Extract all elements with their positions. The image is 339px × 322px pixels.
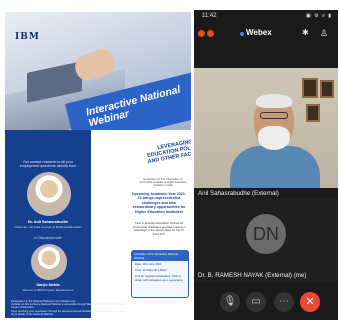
schedule-header: Schedule of the Interactive National Web… — [132, 251, 188, 261]
lock-indicator-icon — [207, 30, 214, 37]
end-call-icon[interactable]: ✕ — [300, 292, 320, 312]
clock: 11:42 — [202, 13, 217, 19]
in-discussion-label: In Discussion with — [34, 236, 62, 240]
participant-video-pane[interactable] — [194, 68, 338, 188]
schedule-row: Link for registered delegates: Click to … — [135, 274, 183, 282]
ibm-logo: IBM — [15, 32, 40, 42]
speaker1-name: Dr. Anil Sahasrabudhe — [27, 220, 69, 224]
participant-hair — [256, 94, 292, 108]
poster-headline-sub: Exclusively on The Chancellors of Univer… — [139, 178, 187, 188]
self-view-pane[interactable]: DN — [194, 198, 338, 282]
speaker1-avatar — [27, 172, 71, 216]
bullet-item: Upon receiving your registration through… — [11, 309, 127, 316]
meeting-controls: 🎙 ▭ ⋯ ✕ — [194, 288, 338, 320]
wall-portrait — [320, 80, 334, 98]
app-title[interactable]: Webex — [246, 28, 272, 37]
footer-text: Innovation Centre for Education — [155, 309, 180, 315]
participant-glasses — [260, 112, 288, 119]
webex-logo-icon — [240, 32, 244, 36]
meeting-app-bar: Webex ✱ ♙ — [194, 24, 338, 44]
wall-portrait — [302, 78, 318, 98]
more-options-icon[interactable]: ⋯ — [274, 292, 294, 312]
upcoming-text: Upcoming Academic Year 2021-22 brings un… — [131, 192, 187, 214]
participants-icon[interactable]: ♙ — [320, 28, 328, 39]
participant2-name-label: Dr. B. RAMESH NAYAK (External) (me) — [198, 272, 307, 279]
participant1-name-label: Anil Sahasrabudhe (External) — [198, 190, 279, 197]
column-heading: Get contact research to all your employm… — [19, 160, 77, 169]
speaker2-role: Director of IBM Program Development — [22, 288, 74, 292]
video-icon[interactable]: ▭ — [246, 292, 266, 312]
webinar-poster: IBM Interactive National Webinar Get con… — [5, 12, 191, 318]
screenshot-root: IBM Interactive National Webinar Get con… — [0, 0, 339, 322]
status-icons: ▣ ⚙ ≡ ▮ — [305, 13, 332, 19]
footer-ibm-logo: IBM — [137, 308, 150, 314]
participant-beard — [258, 126, 290, 150]
status-bar: 11:42 ▣ ⚙ ≡ ▮ — [194, 10, 338, 24]
bullet-list: Participation in the National Webinar is… — [5, 300, 135, 316]
schedule-box: Schedule of the Interactive National Web… — [131, 250, 189, 298]
speaker2-avatar — [31, 244, 67, 280]
bluetooth-icon[interactable]: ✱ — [302, 28, 309, 37]
wall-portrait — [306, 104, 320, 122]
participant-shirt — [230, 146, 320, 188]
question-text: "How to leverage Education Policies for … — [132, 221, 186, 236]
webex-meeting-screen: 11:42 ▣ ⚙ ≡ ▮ Webex ✱ ♙ ≡ Anil Sahasrabu… — [194, 10, 338, 320]
self-initials-avatar: DN — [246, 214, 286, 254]
speaker2-name: Sanjiv Mehta — [36, 283, 60, 287]
speaker1-role: Chairman - All India Council of Technica… — [14, 225, 82, 229]
recording-indicator-icon — [198, 30, 205, 37]
mute-icon[interactable]: 🎙 — [220, 292, 240, 312]
